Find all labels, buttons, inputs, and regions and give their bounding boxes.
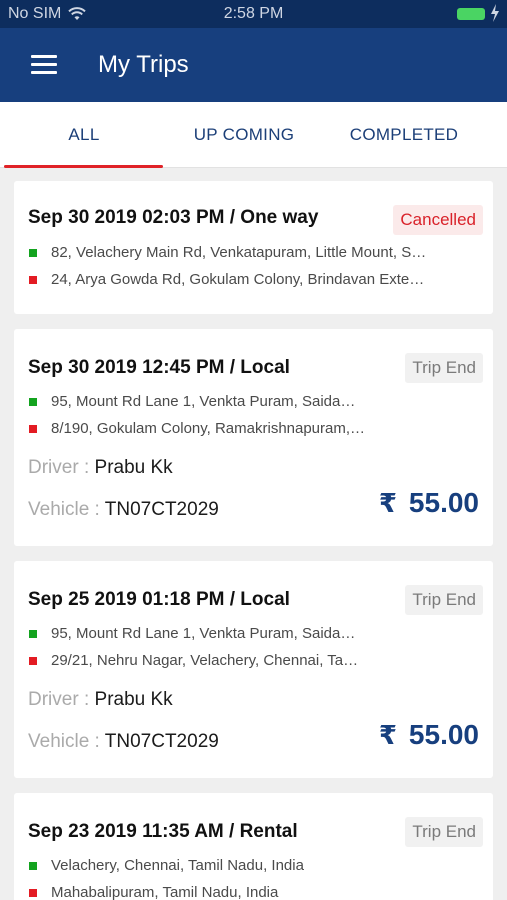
fare-amount: ₹ 55.00: [379, 487, 479, 519]
fare-value: 55.00: [408, 487, 479, 518]
drop-address: 29/21, Nehru Nagar, Velachery, Chennai, …: [51, 652, 369, 669]
trip-tabs: ALL UP COMING COMPLETED: [0, 102, 507, 168]
driver-name: Prabu Kk: [94, 689, 173, 710]
trip-card[interactable]: Sep 25 2019 01:18 PM / Local Trip End 95…: [14, 561, 493, 778]
vehicle-row: Vehicle : TN07CT2029: [28, 731, 219, 753]
trip-card[interactable]: Sep 23 2019 11:35 AM / Rental Trip End V…: [14, 793, 493, 900]
fare-amount: ₹ 55.00: [379, 719, 479, 751]
trip-title: Sep 23 2019 11:35 AM / Rental: [28, 821, 298, 842]
driver-row: Driver : Prabu Kk: [28, 689, 173, 711]
active-tab-indicator: [4, 165, 163, 168]
drop-dot-icon: [29, 889, 37, 897]
pickup-dot-icon: [29, 398, 37, 406]
vehicle-label: Vehicle :: [28, 731, 100, 752]
driver-label: Driver :: [28, 457, 90, 478]
charging-icon: [491, 4, 499, 22]
vehicle-number: TN07CT2029: [104, 499, 219, 520]
vehicle-label: Vehicle :: [28, 499, 100, 520]
status-bar: No SIM 2:58 PM: [0, 0, 507, 28]
app-header: My Trips: [0, 28, 507, 102]
vehicle-row: Vehicle : TN07CT2029: [28, 499, 219, 521]
drop-address: 24, Arya Gowda Rd, Gokulam Colony, Brind…: [51, 271, 431, 288]
rupee-icon: ₹: [378, 719, 397, 750]
driver-row: Driver : Prabu Kk: [28, 457, 173, 479]
vehicle-number: TN07CT2029: [104, 731, 219, 752]
rupee-icon: ₹: [378, 487, 397, 518]
fare-value: 55.00: [408, 719, 479, 750]
pickup-dot-icon: [29, 862, 37, 870]
page-title: My Trips: [98, 51, 189, 78]
pickup-address: 95, Mount Rd Lane 1, Venkta Puram, Saida…: [51, 625, 363, 642]
trip-title: Sep 30 2019 02:03 PM / One way: [28, 207, 319, 228]
drop-address: 8/190, Gokulam Colony, Ramakrishnapuram,…: [51, 420, 369, 437]
pickup-address: 82, Velachery Main Rd, Venkatapuram, Lit…: [51, 244, 431, 261]
pickup-dot-icon: [29, 249, 37, 257]
drop-dot-icon: [29, 276, 37, 284]
battery-icon: [457, 8, 485, 20]
trip-card[interactable]: Sep 30 2019 02:03 PM / One way Cancelled…: [14, 181, 493, 314]
tab-completed[interactable]: COMPLETED: [324, 102, 484, 168]
drop-dot-icon: [29, 657, 37, 665]
trip-title: Sep 30 2019 12:45 PM / Local: [28, 357, 290, 378]
tab-all[interactable]: ALL: [4, 102, 164, 168]
trip-card[interactable]: Sep 30 2019 12:45 PM / Local Trip End 95…: [14, 329, 493, 546]
drop-address: Mahabalipuram, Tamil Nadu, India: [51, 884, 279, 900]
status-badge: Trip End: [405, 585, 483, 615]
clock: 2:58 PM: [223, 5, 284, 22]
driver-label: Driver :: [28, 689, 90, 710]
drop-dot-icon: [29, 425, 37, 433]
status-badge: Trip End: [405, 353, 483, 383]
status-badge: Trip End: [405, 817, 483, 847]
pickup-address: 95, Mount Rd Lane 1, Venkta Puram, Saida…: [51, 393, 363, 410]
tab-upcoming[interactable]: UP COMING: [164, 102, 324, 168]
hamburger-menu-icon[interactable]: [31, 55, 57, 75]
status-badge: Cancelled: [393, 205, 483, 235]
trip-title: Sep 25 2019 01:18 PM / Local: [28, 589, 290, 610]
pickup-address: Velachery, Chennai, Tamil Nadu, India: [51, 857, 304, 874]
pickup-dot-icon: [29, 630, 37, 638]
driver-name: Prabu Kk: [94, 457, 173, 478]
